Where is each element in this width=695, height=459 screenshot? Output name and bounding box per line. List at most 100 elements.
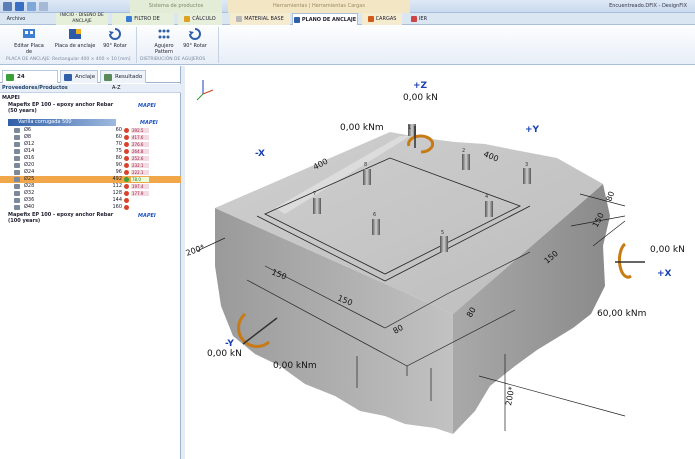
supplier-name: MAPEI (2, 95, 20, 101)
rebar-diameter: Ø6 (24, 127, 32, 133)
anchor-icon (64, 74, 72, 81)
list-item[interactable]: Ø20 90 232.1 (0, 162, 181, 169)
utilization-value: 252.6 (131, 156, 149, 161)
anchor-3[interactable] (523, 168, 531, 184)
sort-button[interactable]: A-Z (112, 85, 121, 92)
anchor-4[interactable] (485, 201, 493, 217)
rebar-depth: 112 (112, 183, 122, 189)
load-arrow-icon (367, 15, 374, 22)
list-item[interactable]: Ø6 60 392.5 (0, 127, 181, 134)
supplier-row[interactable]: MAPEI (0, 95, 181, 102)
load-top-force[interactable]: 0,00 kN (403, 93, 438, 103)
rebar-diameter: Ø8 (24, 134, 32, 140)
list-item[interactable]: Ø28 112 197.4 (0, 183, 181, 190)
tab-inicio[interactable]: INICIO - DISEÑO DE ANCLAJE (56, 13, 108, 25)
redo-icon[interactable] (39, 2, 48, 11)
edit-plate-icon (23, 29, 35, 38)
fail-status-icon (124, 149, 129, 154)
fail-status-icon (124, 170, 129, 175)
product-row-50[interactable]: Mapefix EP 100 - epoxy anchor Rebar (50 … (0, 102, 181, 114)
moment-arrow-right[interactable] (615, 242, 645, 279)
rebar-depth: 90 (115, 162, 122, 168)
app-icon[interactable] (3, 2, 12, 11)
rebar-depth: 80 (115, 155, 122, 161)
tab-ier-label: IER (418, 16, 428, 22)
load-right-force[interactable]: 0,00 kN (650, 245, 685, 255)
tab-cargas[interactable]: CARGAS (362, 13, 402, 25)
list-item[interactable]: Ø40 160 (0, 204, 181, 211)
result-icon (104, 74, 112, 81)
rotar-label-1: 90° Rotar (103, 43, 127, 49)
anchor-2[interactable] (462, 154, 470, 170)
tab-resultado[interactable]: Resultado (100, 70, 146, 83)
tab-ier[interactable]: IER (408, 13, 430, 25)
tab-filtro-producto[interactable]: FILTRO DE PRODUCTO (112, 13, 174, 34)
editar-placa-label: Editar Placa de (14, 43, 44, 55)
rebar-icon (14, 191, 20, 196)
rebar-depth: 128 (112, 190, 122, 196)
agujero-pattern-label: Agujero Pattern (154, 43, 174, 55)
title-bar: Sistema de productos Herramientas | Herr… (0, 0, 695, 13)
tab-plano-anclaje[interactable]: PLANO DE ANCLAJE (292, 13, 358, 25)
save-icon[interactable] (15, 2, 24, 11)
rebar-depth: 96 (115, 169, 122, 175)
list-item[interactable]: Ø16 80 252.6 (0, 155, 181, 162)
load-left-force[interactable]: 0,00 kN (207, 349, 242, 359)
list-item[interactable]: Ø24 96 222.1 (0, 169, 181, 176)
fail-status-icon (124, 156, 129, 161)
rebar-band[interactable]: Varilla corrugada 500 (8, 119, 116, 126)
rotar-plate-button[interactable]: 90° Rotar (102, 27, 128, 49)
rebar-icon (14, 198, 20, 203)
list-item[interactable]: Ø8 60 417.6 (0, 134, 181, 141)
list-item[interactable]: Ø12 70 276.6 (0, 141, 181, 148)
mapei-logo: MAPEI (138, 103, 156, 109)
axis-minus-y: -Y (225, 339, 234, 349)
anchor-6[interactable] (372, 219, 380, 235)
utilization-value: 222.1 (131, 170, 149, 175)
anchor-8[interactable] (363, 169, 371, 185)
rebar-depth: 75 (115, 148, 122, 154)
window-title: Encuentreado.DFIX - DesignFIX (609, 3, 687, 9)
undo-icon[interactable] (27, 2, 36, 11)
plate-icon (293, 16, 300, 23)
anchor-label-7: 7 (313, 191, 316, 197)
load-right-moment[interactable]: 60,00 kNm (597, 309, 646, 319)
rebar-diameter: Ø25 (24, 176, 35, 182)
list-item[interactable]: Ø14 75 264.8 (0, 148, 181, 155)
load-top-moment[interactable]: 0,00 kNm (340, 123, 384, 133)
dim-200-depth: 200* (504, 386, 516, 407)
tab-archivo[interactable]: Archivo (2, 13, 30, 25)
anchor-5[interactable] (440, 236, 448, 252)
rebar-diameter: Ø14 (24, 148, 35, 154)
filter-icon (126, 15, 133, 22)
anchor-label-4: 4 (485, 194, 488, 200)
ribbon-separator (136, 27, 137, 63)
editar-placa-button[interactable]: Editar Placa de (12, 27, 46, 55)
utilization-value: 177.9 (131, 191, 149, 196)
fail-status-icon (124, 142, 129, 147)
tab-calculo[interactable]: CÁLCULO (178, 13, 222, 25)
tab-productos[interactable]: 24 Productos (2, 70, 58, 93)
tab-anclaje[interactable]: Anclaje (60, 70, 98, 83)
rebar-diameter: Ø36 (24, 197, 35, 203)
rebar-diameter: Ø40 (24, 204, 35, 210)
agujero-pattern-button[interactable]: Agujero Pattern (146, 27, 182, 55)
rebar-icon (14, 170, 20, 175)
ribbon-tabs: Archivo INICIO - DISEÑO DE ANCLAJE FILTR… (0, 13, 695, 34)
tab-material-base[interactable]: MATERIAL BASE (230, 13, 290, 25)
rebar-depth: 144 (112, 197, 122, 203)
utilization-value: 417.6 (131, 135, 149, 140)
rotar-holes-button[interactable]: 90° Rotar (182, 27, 208, 49)
anchor-7[interactable] (313, 198, 321, 214)
list-item[interactable]: Ø36 144 (0, 197, 181, 204)
placa-anclaje-dropdown[interactable]: Placa de anclaje (52, 27, 98, 49)
3d-viewport[interactable]: 1 2 3 4 5 6 7 8 +Z +Y -X +X -Y 0,00 kN 0… (185, 66, 695, 459)
list-item[interactable]: Ø32 128 177.9 (0, 190, 181, 197)
rebar-icon (14, 205, 20, 210)
list-item-selected[interactable]: Ø25 492 78.0 (0, 176, 181, 183)
load-left-moment[interactable]: 0,00 kNm (273, 361, 317, 371)
rebar-icon (14, 163, 20, 168)
fail-status-icon (124, 135, 129, 140)
fail-status-icon (124, 163, 129, 168)
product-row-100[interactable]: Mapefix EP 100 - epoxy anchor Rebar (100… (0, 212, 181, 224)
